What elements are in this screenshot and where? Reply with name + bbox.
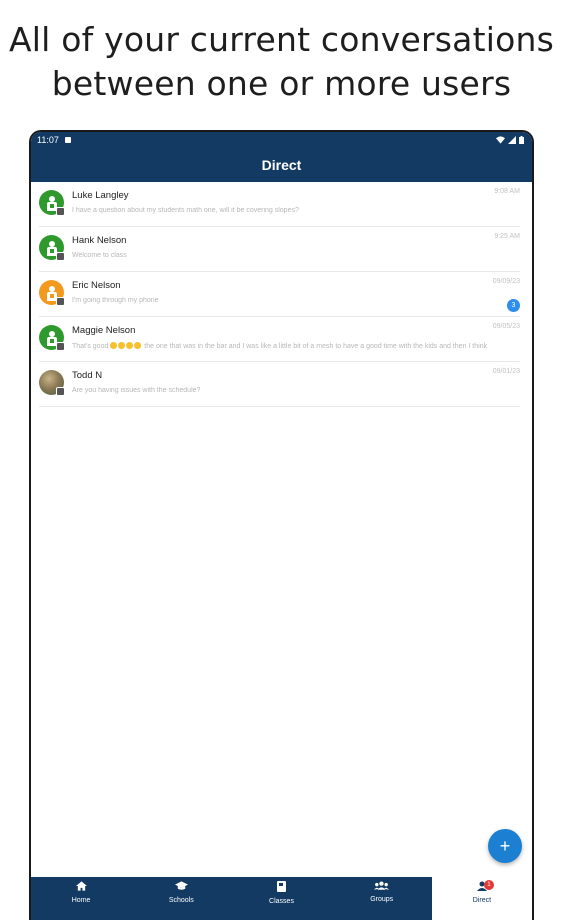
- status-indicator: [56, 342, 65, 351]
- nav-label: Home: [71, 897, 91, 904]
- user-avatar: [39, 235, 65, 261]
- conversation-row[interactable]: Maggie Nelson That's good the one that w…: [39, 317, 520, 362]
- preview-text-end: the one that was in the bar and I was li…: [144, 343, 488, 350]
- preview-text-start: That's good: [72, 343, 109, 350]
- caption-line-1: All of your current conversations: [9, 20, 554, 59]
- promo-caption: All of your current conversations betwee…: [0, 18, 563, 106]
- nav-direct[interactable]: 1 Direct: [431, 877, 532, 920]
- smile-emoji-icon: [110, 342, 118, 349]
- nav-label: Direct: [472, 897, 492, 904]
- group-icon: [374, 881, 390, 890]
- user-avatar: [39, 280, 65, 306]
- new-conversation-button[interactable]: +: [488, 829, 522, 863]
- contact-name: Maggie Nelson: [72, 325, 136, 336]
- conversation-list: Luke Langley I have a question about my …: [31, 182, 532, 407]
- nav-label: Classes: [269, 898, 294, 905]
- status-indicator: [56, 387, 65, 396]
- unread-badge: 3: [507, 299, 520, 312]
- message-preview: I'm going through my phone: [72, 297, 159, 304]
- user-avatar: [39, 190, 65, 216]
- photo-avatar: [39, 370, 65, 396]
- message-time: 9:25 AM: [494, 233, 520, 240]
- notification-badge: 1: [483, 880, 494, 890]
- conversation-row[interactable]: Eric Nelson I'm going through my phone 0…: [39, 272, 520, 317]
- device-screen: 11:07 Direct Luke Langley I have a quest…: [29, 130, 534, 920]
- smile-emoji-icon: [134, 342, 142, 349]
- nav-classes[interactable]: Classes: [231, 877, 332, 920]
- bottom-navigation: Home Schools Classes Groups 1 Direct: [31, 877, 532, 920]
- message-preview: I have a question about my students math…: [72, 207, 299, 214]
- nav-schools[interactable]: Schools: [131, 877, 232, 920]
- home-icon: [75, 881, 87, 891]
- contact-name: Hank Nelson: [72, 235, 127, 246]
- signal-icon: [508, 136, 516, 144]
- wifi-icon: [496, 136, 505, 144]
- smile-emoji-icon: [126, 342, 134, 349]
- graduation-cap-icon: [174, 881, 188, 890]
- message-preview: That's good the one that was in the bar …: [72, 342, 520, 350]
- message-time: 09/01/23: [492, 368, 520, 375]
- message-preview: Are you having issues with the schedule?: [72, 387, 201, 394]
- nav-home[interactable]: Home: [31, 877, 132, 920]
- caption-line-2: between one or more users: [51, 64, 512, 103]
- status-indicator: [56, 297, 65, 306]
- status-bar: 11:07: [31, 132, 532, 148]
- status-indicator: [56, 207, 65, 216]
- smile-emoji-icon: [118, 342, 126, 349]
- message-time: 9:08 AM: [494, 188, 520, 195]
- app-bar: Direct: [31, 148, 532, 182]
- conversation-row[interactable]: Hank Nelson Welcome to class 9:25 AM: [39, 227, 520, 272]
- message-preview: Welcome to class: [72, 252, 127, 259]
- contact-name: Todd N: [72, 370, 103, 381]
- conversation-row[interactable]: Todd N Are you having issues with the sc…: [39, 362, 520, 407]
- message-time: 09/09/23: [492, 278, 520, 285]
- contact-name: Luke Langley: [72, 190, 129, 201]
- status-time: 11:07: [37, 135, 59, 145]
- nav-label: Schools: [168, 897, 194, 904]
- contact-name: Eric Nelson: [72, 280, 121, 291]
- conversation-row[interactable]: Luke Langley I have a question about my …: [39, 182, 520, 227]
- book-icon: [277, 881, 286, 892]
- user-avatar: [39, 325, 65, 351]
- nav-groups[interactable]: Groups: [331, 877, 432, 920]
- notification-icon: [64, 137, 71, 143]
- page-title: Direct: [261, 157, 302, 173]
- battery-icon: [519, 136, 524, 144]
- plus-icon: +: [499, 835, 511, 856]
- message-time: 09/05/23: [492, 323, 520, 330]
- status-indicator: [56, 252, 65, 261]
